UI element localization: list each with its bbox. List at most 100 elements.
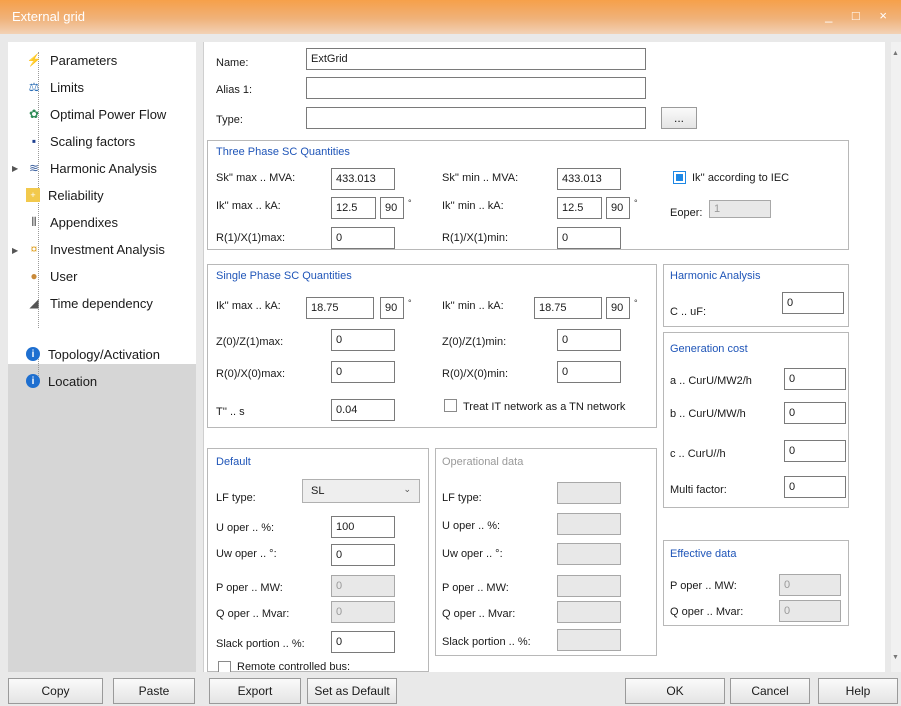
alias-field[interactable]: [306, 77, 646, 99]
eff-q-oper-field: 0: [779, 600, 841, 622]
uw-oper-label: Uw oper .. °:: [216, 548, 277, 560]
sidebar-item-reliability[interactable]: + Reliability: [26, 185, 104, 205]
lf-type-value: SL: [311, 485, 325, 497]
b-cost-field[interactable]: 0: [784, 402, 846, 424]
a-cost-field[interactable]: 0: [784, 368, 846, 390]
info-icon: i: [26, 374, 40, 388]
t-field[interactable]: 0.04: [331, 399, 395, 421]
scroll-up-icon[interactable]: ▲: [892, 50, 899, 57]
eoper-label: Eoper:: [670, 207, 703, 219]
chevron-down-icon: ⌄: [403, 484, 411, 494]
sp-ik-min-field[interactable]: 18.75: [534, 297, 602, 319]
a-cost-label: a .. CurU/MW2/h: [670, 375, 752, 387]
lf-type-select[interactable]: SL ⌄: [302, 479, 420, 503]
sidebar-item-location[interactable]: i Location: [26, 371, 97, 391]
r1x1-min-label: R(1)/X(1)min:: [442, 232, 509, 244]
slack-portion-field[interactable]: 0: [331, 631, 395, 653]
sidebar-item-label: Location: [48, 373, 98, 389]
ik-max-field[interactable]: 12.5: [331, 197, 376, 219]
op-q-oper-label: Q oper .. Mvar:: [442, 608, 516, 620]
sidebar-item-topology-activation[interactable]: i Topology/Activation: [26, 344, 160, 364]
ok-button[interactable]: OK: [625, 678, 725, 704]
sidebar-item-optimal-power-flow[interactable]: ✿ Optimal Power Flow: [26, 104, 166, 124]
c-uf-label: C .. uF:: [670, 306, 707, 318]
harmonic-title: Harmonic Analysis: [670, 270, 761, 282]
c-cost-label: c .. CurU//h: [670, 448, 726, 460]
u-oper-field[interactable]: 100: [331, 516, 395, 538]
set-default-button[interactable]: Set as Default: [307, 678, 397, 704]
globe-icon: ✿: [28, 107, 40, 121]
export-button[interactable]: Export: [209, 678, 301, 704]
button-bar: Copy Paste Export Set as Default OK Canc…: [0, 676, 901, 706]
sidebar-item-time-dependency[interactable]: ◢ Time dependency: [26, 293, 152, 313]
name-label: Name:: [216, 57, 249, 69]
sidebar-item-scaling-factors[interactable]: ▪ Scaling factors: [26, 131, 135, 151]
cancel-button[interactable]: Cancel: [730, 678, 810, 704]
sp-ik-min-angle-field[interactable]: 90: [606, 297, 630, 319]
expand-harmonic-icon[interactable]: ▶: [12, 164, 18, 173]
r0x0-min-field[interactable]: 0: [557, 361, 621, 383]
sp-ik-max-label: Ik'' max .. kA:: [216, 300, 281, 312]
op-uw-oper-field: [557, 543, 621, 565]
info-icon: i: [26, 347, 40, 361]
z0z1-max-field[interactable]: 0: [331, 329, 395, 351]
multi-factor-label: Multi factor:: [670, 484, 727, 496]
ik-max-angle-field[interactable]: 90: [380, 197, 404, 219]
uw-oper-field[interactable]: 0: [331, 544, 395, 566]
sidebar-item-label: Topology/Activation: [48, 346, 161, 362]
vertical-scrollbar[interactable]: ▲ ▼: [891, 42, 901, 672]
sp-ik-max-field[interactable]: 18.75: [306, 297, 374, 319]
generation-cost-title: Generation cost: [670, 343, 748, 355]
r0x0-max-field[interactable]: 0: [331, 361, 395, 383]
single-phase-title: Single Phase SC Quantities: [216, 270, 352, 282]
window-controls[interactable]: _ □ ×: [825, 8, 895, 23]
ik-min-angle-field[interactable]: 90: [606, 197, 630, 219]
op-u-oper-label: U oper .. %:: [442, 520, 501, 532]
sk-max-field[interactable]: 433.013: [331, 168, 395, 190]
scroll-down-icon[interactable]: ▼: [892, 654, 899, 661]
degree-unit: °: [634, 298, 638, 308]
paste-button[interactable]: Paste: [113, 678, 195, 704]
eff-q-oper-label: Q oper .. Mvar:: [670, 606, 744, 618]
sp-ik-max-angle-field[interactable]: 90: [380, 297, 404, 319]
sidebar-item-harmonic-analysis[interactable]: ≋ Harmonic Analysis: [26, 158, 157, 178]
scales-icon: ⚖: [28, 80, 40, 94]
z0z1-min-field[interactable]: 0: [557, 329, 621, 351]
op-u-oper-field: [557, 513, 621, 535]
multi-factor-field[interactable]: 0: [784, 476, 846, 498]
sidebar-item-label: Investment Analysis: [50, 241, 165, 257]
expand-investment-icon[interactable]: ▶: [12, 246, 18, 255]
sidebar-item-user[interactable]: ● User: [26, 266, 77, 286]
remote-bus-checkbox[interactable]: [218, 661, 231, 672]
sidebar-item-label: Reliability: [48, 187, 104, 203]
window-title: External grid: [12, 9, 85, 24]
sidebar-item-appendixes[interactable]: ⦀ Appendixes: [26, 212, 118, 232]
remote-bus-label: Remote controlled bus:: [237, 661, 351, 672]
op-lf-type-label: LF type:: [442, 492, 482, 504]
degree-unit: °: [634, 198, 638, 208]
c-cost-field[interactable]: 0: [784, 440, 846, 462]
iec-checkbox[interactable]: [673, 171, 686, 184]
r1x1-min-field[interactable]: 0: [557, 227, 621, 249]
eoper-field: 1: [709, 200, 771, 218]
type-field[interactable]: [306, 107, 646, 129]
help-button[interactable]: Help: [818, 678, 898, 704]
name-field[interactable]: ExtGrid: [306, 48, 646, 70]
sk-min-field[interactable]: 433.013: [557, 168, 621, 190]
copy-button[interactable]: Copy: [8, 678, 103, 704]
sidebar-item-limits[interactable]: ⚖ Limits: [26, 77, 84, 97]
sidebar-item-label: Parameters: [50, 52, 118, 68]
r1x1-max-field[interactable]: 0: [331, 227, 395, 249]
browse-type-button[interactable]: ...: [661, 107, 697, 129]
op-uw-oper-label: Uw oper .. °:: [442, 548, 503, 560]
eff-p-oper-field: 0: [779, 574, 841, 596]
c-uf-field[interactable]: 0: [782, 292, 844, 314]
sidebar-item-parameters[interactable]: ⚡ Parameters: [26, 50, 118, 70]
sk-max-label: Sk'' max .. MVA:: [216, 172, 296, 184]
ik-min-label: Ik'' min .. kA:: [442, 200, 504, 212]
tn-network-checkbox[interactable]: [444, 399, 457, 412]
sidebar-item-investment-analysis[interactable]: ¤ Investment Analysis: [26, 239, 165, 259]
ik-max-label: Ik'' max .. kA:: [216, 200, 281, 212]
ik-min-field[interactable]: 12.5: [557, 197, 602, 219]
sidebar-item-label: Appendixes: [50, 214, 118, 230]
